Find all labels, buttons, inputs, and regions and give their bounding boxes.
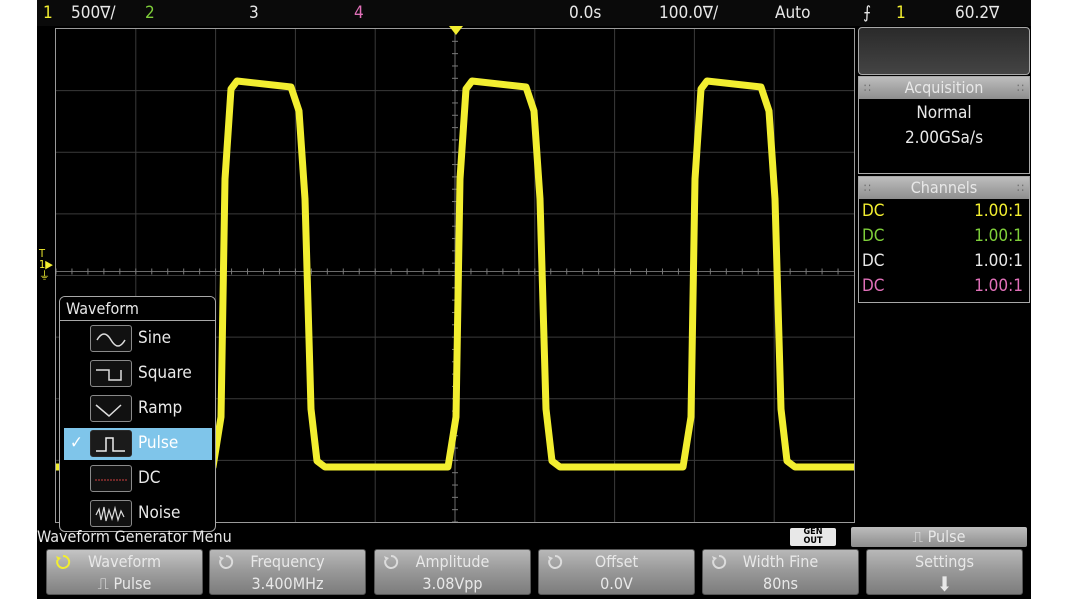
grip-icon: ∷ [1017,81,1024,95]
grip-icon: ∷ [864,181,871,195]
channel-coupling: DC [862,276,885,296]
softkey-offset[interactable]: Offset 0.0V [538,549,695,595]
softkey-frequency[interactable]: Frequency 3.400MHz [209,549,366,595]
channel-coupling: DC [862,226,885,246]
menu-title: Waveform Generator Menu [37,527,232,546]
checkmark-icon: ✓ [70,433,83,453]
ramp-icon [90,395,132,422]
ch3-number[interactable]: 3 [249,3,259,23]
softkey-settings[interactable]: Settings ⬇ [866,549,1023,596]
softkey-width-fine[interactable]: Width Fine 80ns [702,549,859,595]
softkey-label: Offset [594,552,639,571]
noise-icon [90,500,132,527]
waveform-option-label: Pulse [138,433,179,453]
channel-probe-ratio: 1.00:1 [974,251,1023,271]
waveform-option-sine[interactable]: Sine [64,323,212,355]
waveform-option-ramp[interactable]: Ramp [64,393,212,425]
gen-out-indicator[interactable]: GEN OUT [790,528,836,546]
grip-icon: ∷ [1017,181,1024,195]
softkey-value: ⎍ Pulse [97,574,152,593]
time-delay[interactable]: 0.0s [569,3,601,23]
acquisition-mode: Normal [916,103,972,123]
softkey-waveform[interactable]: Waveform ⎍ Pulse [46,549,203,595]
waveform-option-dc[interactable]: DC [64,463,212,495]
softkey-value: 0.0V [600,574,633,593]
dc-icon [90,465,132,492]
channel-row-3[interactable]: DC 1.00:1 [859,249,1029,274]
softkey-value: 80ns [763,574,798,593]
channel-probe-ratio: 1.00:1 [974,276,1023,296]
trigger-source[interactable]: 1 [896,3,906,23]
ch1-number[interactable]: 1 [43,3,53,23]
channel-row-4[interactable]: DC 1.00:1 [859,274,1029,299]
channel-probe-ratio: 1.00:1 [974,201,1023,221]
softkey-amplitude[interactable]: Amplitude 3.08Vpp [374,549,531,595]
trigger-edge-icon: ⨍ [863,3,871,23]
acquisition-panel[interactable]: ∷ Acquisition ∷ Normal 2.00GSa/s [858,76,1030,174]
waveform-badge: ⎍ Pulse [851,527,1027,547]
softkey-label: Amplitude [415,552,490,571]
waveform-option-label: Noise [138,503,181,523]
channel1-ground-marker[interactable]: T 1▶ ⏚ [39,248,53,281]
waveform-option-square[interactable]: Square [64,358,212,390]
trigger-position-marker[interactable] [449,26,463,35]
softkey-value: 3.08Vpp [422,574,483,593]
brand-area [858,27,1030,75]
pulse-icon: ⎍ [912,528,924,546]
channels-header: ∷ Channels ∷ [859,177,1029,199]
time-scale[interactable]: 100.0∇/ [659,3,718,23]
waveform-option-pulse[interactable]: ✓ Pulse [64,428,212,460]
down-arrow-icon: ⬇ [936,572,953,596]
channel-coupling: DC [862,201,885,221]
channels-panel[interactable]: ∷ Channels ∷ DC 1.00:1 DC 1.00:1 DC 1.00:1 DC 1.0… [858,176,1030,303]
square-wave-icon [90,360,132,387]
trigger-mode[interactable]: Auto [775,3,811,23]
softkey-label: Width Fine [742,552,819,571]
sample-rate: 2.00GSa/s [904,128,984,148]
channel-probe-ratio: 1.00:1 [974,226,1023,246]
ch4-number[interactable]: 4 [354,3,364,23]
channel-coupling: DC [862,251,885,271]
softkey-value: 3.400MHz [251,574,324,593]
waveform-option-label: Ramp [138,398,183,418]
pulse-icon: ⎍ [97,574,109,593]
acquisition-header: ∷ Acquisition ∷ [859,77,1029,99]
waveform-menu-title: Waveform [60,297,215,321]
trigger-level[interactable]: 60.2∇ [955,3,999,23]
pulse-icon [90,430,132,457]
sine-icon [90,325,132,352]
ch2-number[interactable]: 2 [145,3,155,23]
grip-icon: ∷ [864,81,871,95]
channel-row-2[interactable]: DC 1.00:1 [859,224,1029,249]
softkey-label: Frequency [250,552,325,571]
waveform-option-label: Sine [138,328,172,348]
status-bar: 1 500∇/ 2 3 4 0.0s 100.0∇/ Auto ⨍ 1 60.2… [37,0,1031,26]
softkey-label: Settings [914,552,975,571]
waveform-option-label: Square [138,363,192,383]
ch1-scale[interactable]: 500∇/ [71,3,116,23]
channel-row-1[interactable]: DC 1.00:1 [859,199,1029,224]
waveform-option-noise[interactable]: Noise [64,498,212,530]
softkey-label: Waveform [88,552,161,571]
oscilloscope-screen: 1 500∇/ 2 3 4 0.0s 100.0∇/ Auto ⨍ 1 60.2… [37,0,1031,599]
waveform-type-menu[interactable]: Waveform Sine Square Ramp ✓ Pulse DC Noise [59,296,216,532]
waveform-option-label: DC [138,468,161,488]
